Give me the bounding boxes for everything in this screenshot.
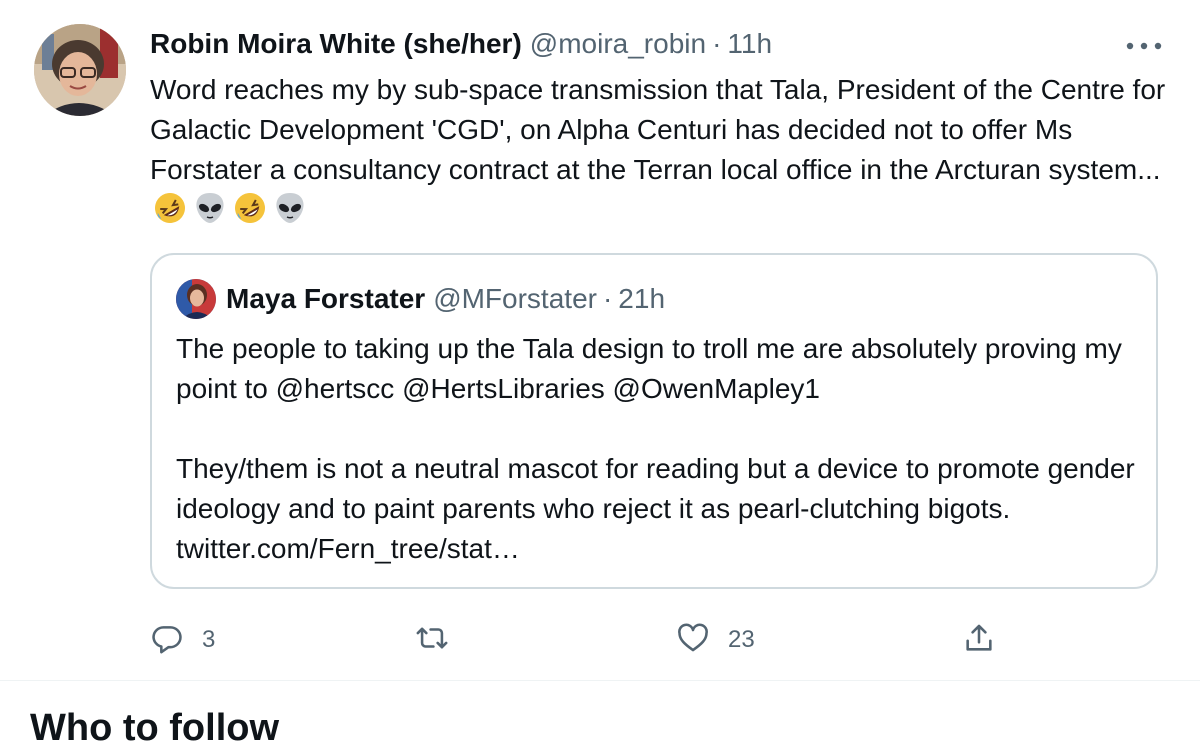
tweet-timestamp[interactable]: 11h	[727, 28, 772, 60]
rolling-on-floor-laughing-emoji-icon	[152, 190, 188, 226]
share-icon	[962, 621, 996, 660]
quoted-author-name[interactable]: Maya Forstater	[226, 283, 425, 315]
retweet-icon	[415, 621, 449, 660]
tweet-body: Word reaches my by sub-space transmissio…	[150, 74, 1166, 185]
reply-icon	[150, 621, 184, 660]
share-button[interactable]	[962, 618, 996, 662]
author-name[interactable]: Robin Moira White (she/her)	[150, 28, 522, 60]
reply-button[interactable]: 3	[150, 618, 215, 662]
quoted-tweet-timestamp[interactable]: 21h	[618, 283, 665, 315]
like-button[interactable]: 23	[676, 618, 755, 662]
alien-emoji-icon	[272, 190, 308, 226]
author-handle[interactable]: @moira_robin	[530, 28, 706, 60]
tweet[interactable]: Robin Moira White (she/her) @moira_robin…	[0, 0, 1200, 681]
separator-dot: ·	[602, 283, 613, 314]
quoted-author-avatar[interactable]	[176, 279, 216, 319]
author-avatar[interactable]	[34, 24, 126, 116]
quoted-tweet-paragraph: They/them is not a neutral mascot for re…	[176, 453, 1135, 564]
quoted-tweet-header: Maya Forstater @MForstater · 21h	[226, 283, 665, 315]
alien-emoji-icon	[192, 190, 228, 226]
tweet-actions: 3 23	[0, 618, 1200, 662]
quoted-tweet-text: The people to taking up the Tala design …	[176, 329, 1136, 569]
tweet-text: Word reaches my by sub-space transmissio…	[150, 70, 1170, 231]
like-count: 23	[728, 626, 755, 653]
section-divider	[0, 680, 1200, 681]
tweet-emojis	[152, 190, 308, 226]
quoted-tweet[interactable]: Maya Forstater @MForstater · 21h The peo…	[150, 253, 1158, 589]
separator-dot: ·	[712, 28, 722, 59]
quoted-tweet-paragraph: The people to taking up the Tala design …	[176, 333, 1122, 404]
quoted-author-handle[interactable]: @MForstater	[433, 283, 597, 315]
retweet-button[interactable]	[415, 618, 467, 662]
tweet-header: Robin Moira White (she/her) @moira_robin…	[150, 28, 772, 64]
rolling-on-floor-laughing-emoji-icon	[232, 190, 268, 226]
like-icon	[676, 621, 710, 660]
who-to-follow-heading: Who to follow	[30, 707, 280, 749]
more-options-icon[interactable]	[1120, 30, 1168, 62]
reply-count: 3	[202, 626, 216, 653]
